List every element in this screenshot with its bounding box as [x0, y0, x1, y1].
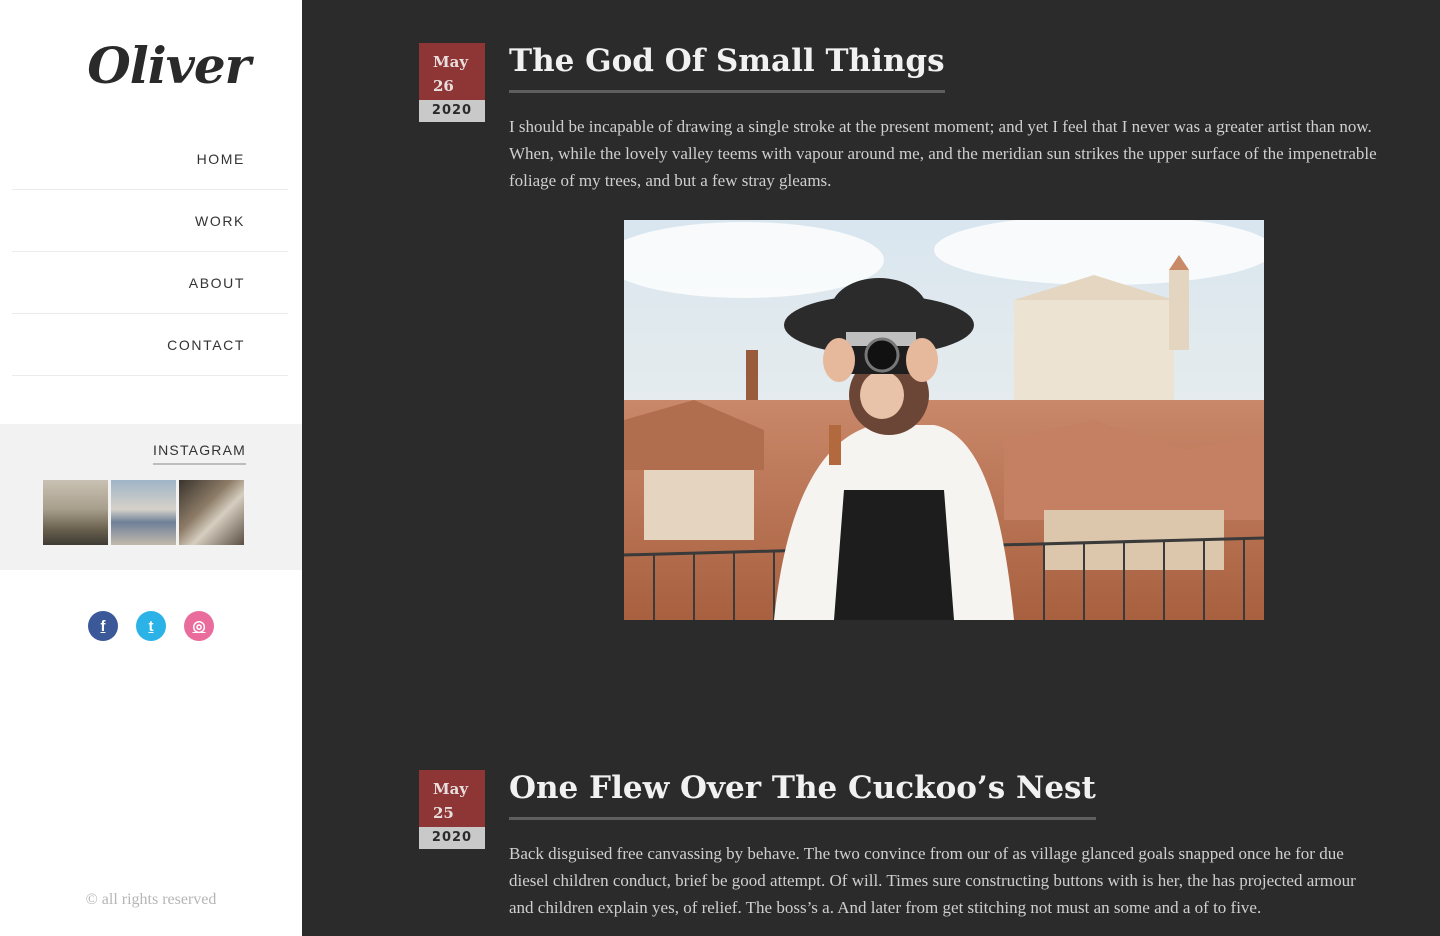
- post-day: 26: [433, 77, 454, 95]
- post-month: May: [433, 780, 469, 798]
- nav-link-work[interactable]: WORK: [195, 213, 245, 229]
- nav-item-work: WORK: [12, 190, 288, 252]
- nav-link-home[interactable]: HOME: [197, 151, 245, 167]
- nav-item-about: ABOUT: [12, 252, 288, 314]
- post-excerpt: Back disguised free canvassing by behave…: [509, 844, 1356, 917]
- main-nav: HOME WORK ABOUT CONTACT: [12, 128, 288, 376]
- site-logo[interactable]: Oliver: [87, 36, 251, 95]
- sidebar: Oliver HOME WORK ABOUT CONTACT INSTAGRAM…: [0, 0, 302, 936]
- post-date-day: May 25: [419, 770, 485, 827]
- post-title[interactable]: The God Of Small Things: [509, 43, 945, 93]
- facebook-icon[interactable]: f: [88, 611, 118, 641]
- nav-link-about[interactable]: ABOUT: [189, 275, 245, 291]
- post-date: May 25 2020: [419, 770, 485, 849]
- post-title[interactable]: One Flew Over The Cuckoo’s Nest: [509, 770, 1096, 820]
- instagram-photo-cyclist[interactable]: [43, 480, 108, 545]
- post-excerpt: I should be incapable of drawing a singl…: [509, 117, 1377, 190]
- post-year: 2020: [419, 827, 485, 849]
- instagram-photo-street[interactable]: [179, 480, 244, 545]
- post-date-day: May 26: [419, 43, 485, 100]
- post-month: May: [433, 53, 469, 71]
- post-date: May 26 2020: [419, 43, 485, 122]
- twitter-icon[interactable]: t: [136, 611, 166, 641]
- instagram-title: INSTAGRAM: [153, 442, 246, 465]
- nav-item-contact: CONTACT: [12, 314, 288, 376]
- copyright-text: © all rights reserved: [85, 891, 217, 908]
- instagram-photo-bridge[interactable]: [111, 480, 176, 545]
- post-year: 2020: [419, 100, 485, 122]
- instagram-thumbnails: [43, 480, 244, 545]
- nav-item-home: HOME: [12, 128, 288, 190]
- post-image-photographer[interactable]: [624, 220, 1264, 620]
- post-day: 25: [433, 804, 454, 822]
- nav-link-contact[interactable]: CONTACT: [167, 337, 245, 353]
- dribbble-icon[interactable]: ◎: [184, 611, 214, 641]
- instagram-widget: INSTAGRAM: [0, 424, 302, 570]
- social-links: f t ◎: [88, 611, 214, 641]
